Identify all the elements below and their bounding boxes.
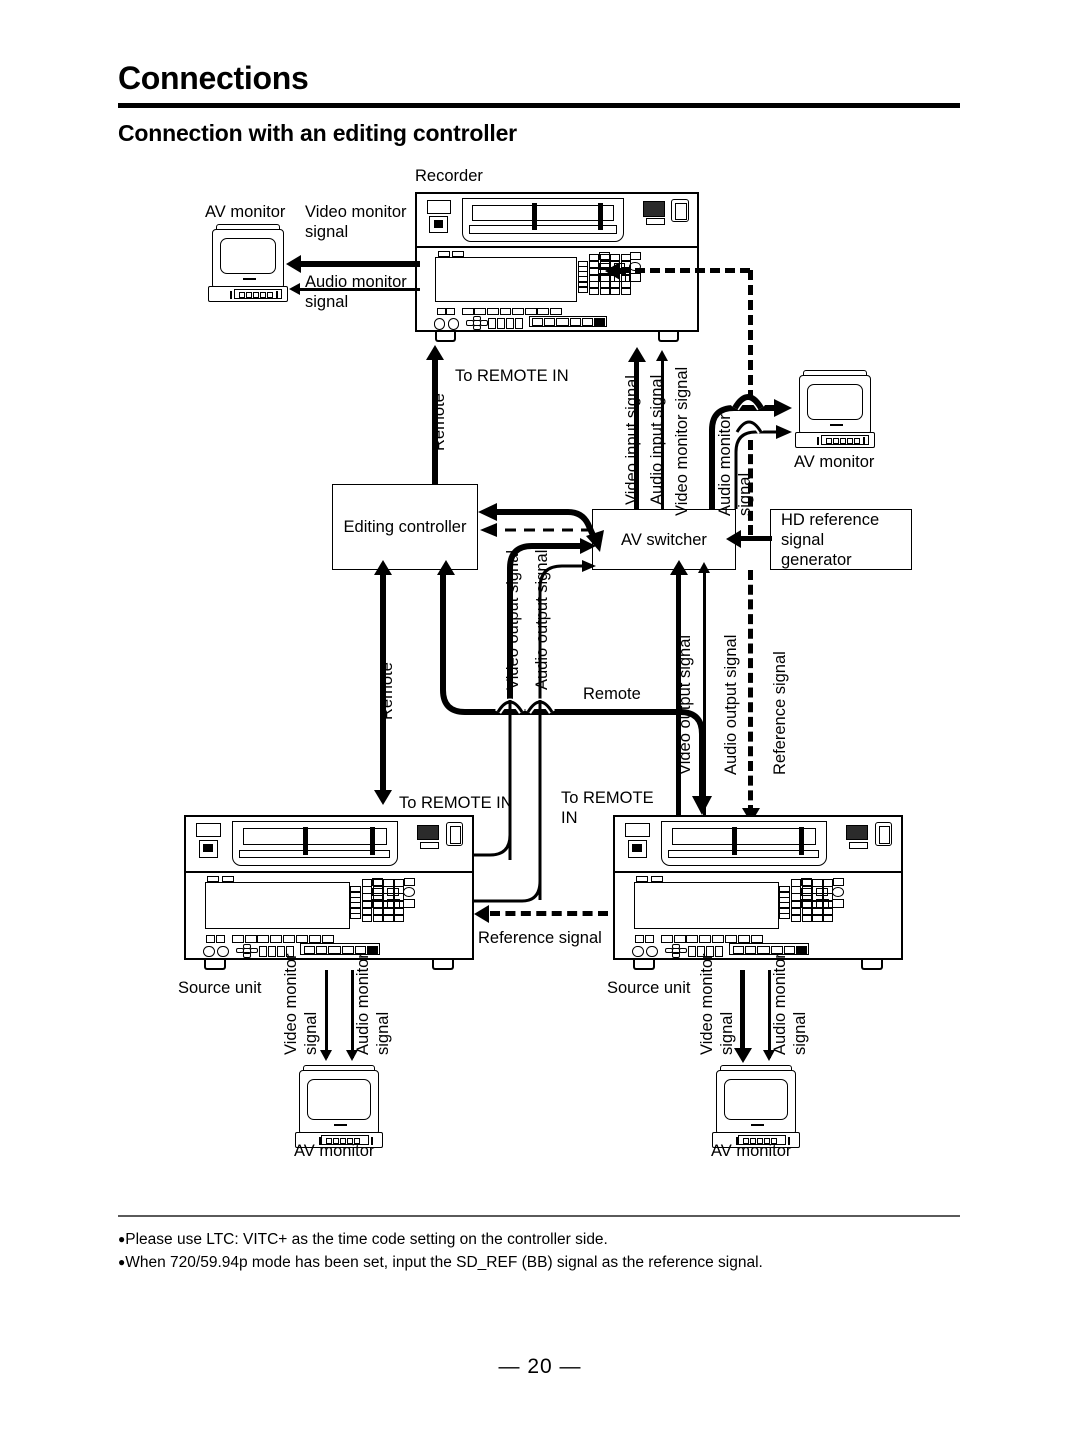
to-remote-in-top-label: To REMOTE IN bbox=[455, 367, 569, 385]
audio-monitor-signal-bottom-left-label: Audio monitor signal bbox=[354, 953, 392, 1055]
video-input-arrow bbox=[628, 347, 646, 362]
remote-mid-label: Remote bbox=[583, 685, 641, 703]
reference-dash-left-source bbox=[490, 911, 608, 916]
remote-arrow-down-left bbox=[374, 790, 392, 805]
note-item: ●Please use LTC: VITC+ as the time code … bbox=[118, 1231, 608, 1249]
video-monitor-signal-switcher-label: Video monitor signal bbox=[673, 366, 691, 516]
hd-reference-generator-label: HD reference signal generator bbox=[781, 510, 880, 569]
note-text: Please use LTC: VITC+ as the time code s… bbox=[125, 1231, 608, 1248]
page-number: — 20 — bbox=[498, 1355, 582, 1378]
video-monitor-signal-top-label: Video monitor signal bbox=[305, 203, 407, 241]
reference-arrow-to-recorder bbox=[605, 262, 620, 280]
audio-monitor-cable-top bbox=[300, 288, 420, 291]
video-input-cable bbox=[634, 360, 639, 510]
reference-signal-vertical-label: Reference signal bbox=[771, 651, 789, 775]
remote-arrow-up-top bbox=[426, 345, 444, 360]
video-output-signal-right-label: Video output signal bbox=[676, 634, 694, 775]
video-monitor-cable-bottom-left bbox=[325, 970, 328, 1058]
video-monitor-arrow-bottom-left bbox=[320, 1050, 332, 1061]
editing-controller-box: Editing controller bbox=[332, 484, 478, 570]
audio-output-signal-right-label: Audio output signal bbox=[722, 634, 740, 775]
reference-signal-dash-2 bbox=[748, 440, 753, 535]
audio-monitor-signal-bottom-right-label: Audio monitor signal bbox=[771, 953, 809, 1055]
av-monitor-right-label: AV monitor bbox=[794, 453, 875, 471]
reference-signal-dash-1 bbox=[748, 270, 753, 400]
video-output-signal-ec-label: Video output signal bbox=[504, 549, 522, 690]
manual-page: Connections Connection with an editing c… bbox=[0, 0, 1080, 1450]
editing-controller-label: Editing controller bbox=[343, 518, 467, 536]
reference-signal-horizontal-label: Reference signal bbox=[478, 929, 602, 947]
source-unit-right-device bbox=[613, 815, 903, 970]
note-item: ●When 720/59.94p mode has been set, inpu… bbox=[118, 1254, 763, 1272]
av-monitor-topleft bbox=[208, 222, 288, 302]
reference-dash-to-recorder bbox=[620, 268, 750, 273]
video-monitor-arrow-top bbox=[286, 255, 301, 273]
audio-monitor-arrow-top bbox=[289, 283, 300, 295]
reference-signal-dash-3 bbox=[748, 570, 753, 815]
video-monitor-signal-bottom-left-label: Video monitor signal bbox=[282, 953, 320, 1055]
recorder-label: Recorder bbox=[415, 167, 483, 185]
audio-output-cable-right bbox=[703, 572, 706, 820]
remote-arrow-up-right-ec bbox=[437, 560, 455, 575]
hd-reference-generator-box: HD reference signal generator bbox=[770, 509, 912, 570]
footer-divider bbox=[118, 1215, 960, 1217]
video-monitor-cable-top bbox=[300, 261, 420, 267]
video-input-signal-label: Video input signal bbox=[623, 375, 641, 505]
av-monitor-bottom-left bbox=[295, 1063, 383, 1148]
audio-input-signal-label: Audio input signal bbox=[648, 374, 666, 505]
to-remote-in-left-label: To REMOTE IN bbox=[399, 794, 513, 812]
video-output-arrow-right bbox=[670, 560, 688, 575]
page-title: Connections bbox=[118, 60, 309, 96]
title-divider bbox=[118, 103, 960, 108]
audio-output-arrow-right bbox=[698, 562, 710, 573]
hd-reference-cable bbox=[740, 536, 772, 541]
av-monitor-topleft-label: AV monitor bbox=[205, 203, 286, 221]
video-monitor-signal-bottom-right-label: Video monitor signal bbox=[698, 953, 736, 1055]
reference-arrow-left-source bbox=[474, 905, 489, 923]
source-unit-left-label: Source unit bbox=[178, 979, 262, 997]
audio-output-signal-ec-label: Audio output signal bbox=[533, 549, 551, 690]
audio-monitor-signal-top-label: Audio monitor signal bbox=[305, 273, 407, 311]
video-monitor-cable-bottom-right bbox=[740, 970, 745, 1058]
av-switcher-label: AV switcher bbox=[621, 530, 707, 549]
audio-input-arrow bbox=[656, 350, 668, 361]
remote-left-label: Remote bbox=[378, 662, 396, 720]
av-switcher-box: AV switcher bbox=[592, 509, 736, 570]
av-monitor-bottom-right bbox=[712, 1063, 800, 1148]
av-monitor-right bbox=[795, 368, 875, 448]
source-unit-left-device bbox=[184, 815, 474, 970]
remote-arrow-up-left bbox=[374, 560, 392, 575]
av-monitor-bottom-right-label: AV monitor bbox=[711, 1142, 792, 1160]
recorder-device bbox=[415, 192, 699, 342]
av-monitor-bottom-left-label: AV monitor bbox=[294, 1142, 375, 1160]
section-title: Connection with an editing controller bbox=[118, 120, 517, 146]
source-unit-right-label: Source unit bbox=[607, 979, 691, 997]
note-text: When 720/59.94p mode has been set, input… bbox=[125, 1254, 763, 1271]
audio-input-cable bbox=[661, 360, 664, 510]
hd-reference-arrow bbox=[726, 530, 741, 548]
